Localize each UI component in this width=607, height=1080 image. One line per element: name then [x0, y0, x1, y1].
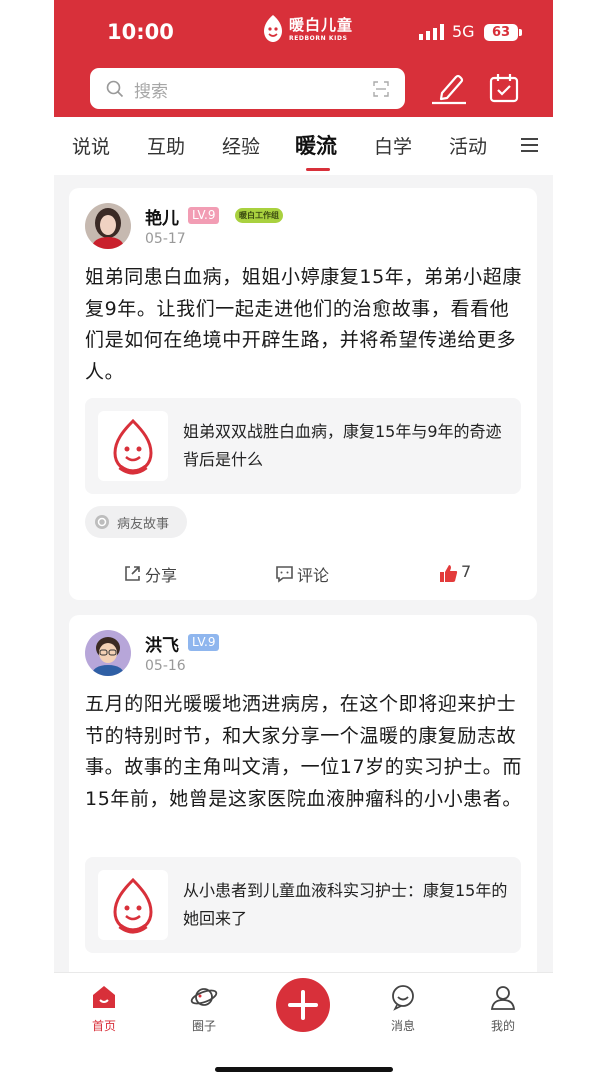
tab-nuanliu[interactable]: 暖流 — [295, 130, 337, 160]
planet-icon — [190, 988, 218, 1006]
avatar-photo — [85, 203, 131, 249]
message-icon — [392, 985, 414, 1011]
plus-icon — [288, 990, 318, 1020]
calendar-checkin-icon[interactable] — [489, 73, 519, 103]
signal-icon — [419, 24, 444, 40]
work-group-badge: 暖白工作组 — [235, 208, 283, 223]
nav-profile-label: 我的 — [490, 1019, 515, 1033]
left-margin — [0, 0, 54, 1080]
brand-subtitle: REDBORN KIDS — [289, 35, 348, 42]
create-post-button[interactable] — [276, 978, 330, 1032]
post-text[interactable]: 姐弟同患白血病，姐姐小婷康复15年，弟弟小超康复9年。让我们一起走进他们的治愈故… — [85, 262, 525, 388]
user-icon — [490, 986, 516, 1010]
nav-circle-label: 圈子 — [191, 1019, 216, 1033]
mascot-icon — [113, 418, 153, 475]
article-title: 从小患者到儿童血液科实习护士：康复15年的她回来了 — [183, 881, 508, 928]
article-thumbnail — [98, 870, 168, 940]
tab-jingyan[interactable]: 经验 — [222, 132, 260, 159]
tab-huodong[interactable]: 活动 — [449, 132, 487, 159]
nav-home[interactable]: 首页 — [74, 983, 134, 1035]
right-margin — [553, 0, 607, 1080]
network-label: 5G — [452, 22, 475, 41]
post-actions: 分享 评论 7 — [69, 554, 537, 594]
nav-home-label: 首页 — [91, 1019, 116, 1033]
author-name[interactable]: 洪飞 — [145, 631, 179, 656]
post-text[interactable]: 五月的阳光暖暖地洒进病房，在这个即将迎来护士节的特别时节，和大家分享一个温暖的康… — [85, 689, 525, 815]
avatar[interactable] — [85, 203, 131, 249]
nav-messages[interactable]: 消息 — [373, 983, 433, 1035]
linked-article[interactable]: 姐弟双双战胜白血病，康复15年与9年的奇迹背后是什么 — [85, 398, 521, 494]
battery-indicator: 63 — [484, 24, 518, 41]
post-card[interactable]: 洪飞 LV.9 05-16 五月的阳光暖暖地洒进病房，在这个即将迎来护士节的特别… — [69, 615, 537, 995]
nav-messages-label: 消息 — [390, 1019, 415, 1033]
like-button[interactable]: 7 — [439, 562, 489, 586]
comment-button[interactable]: 评论 — [275, 562, 345, 586]
thumbs-up-icon — [440, 565, 458, 582]
mascot-icon — [264, 15, 282, 42]
nav-profile[interactable]: 我的 — [473, 983, 533, 1035]
brand-logo: 暖白儿童 REDBORN KIDS — [261, 14, 353, 48]
topic-tag[interactable]: 病友故事 — [85, 506, 187, 538]
author-name[interactable]: 艳儿 — [145, 204, 179, 229]
avatar-photo — [85, 630, 131, 676]
search-icon — [106, 80, 124, 98]
brand-name: 暖白儿童 — [289, 16, 354, 34]
comment-icon — [276, 566, 293, 583]
category-tabs: 说说 互助 经验 暖流 白学 活动 — [54, 117, 553, 175]
scan-icon[interactable] — [373, 81, 389, 97]
app-screen: 10:00 暖白儿童 REDBORN KIDS 5G 63 搜索 说说 互助 经… — [54, 0, 553, 1080]
mascot-icon — [113, 877, 153, 934]
home-indicator — [215, 1067, 393, 1072]
bottom-navigation: 首页 圈子 消息 我的 — [54, 972, 553, 1080]
active-tab-indicator — [306, 168, 330, 171]
share-label: 分享 — [145, 566, 178, 585]
like-count: 7 — [461, 562, 472, 581]
post-date: 05-17 — [145, 231, 186, 247]
tab-huzhu[interactable]: 互助 — [147, 132, 185, 159]
search-input[interactable]: 搜索 — [134, 77, 168, 102]
avatar[interactable] — [85, 630, 131, 676]
pencil-icon[interactable] — [430, 71, 468, 105]
level-badge: LV.9 — [188, 207, 220, 224]
home-icon — [93, 986, 115, 1008]
nav-circle[interactable]: 圈子 — [174, 983, 234, 1035]
comment-label: 评论 — [297, 566, 330, 585]
battery-tip — [519, 29, 522, 36]
menu-icon[interactable] — [521, 137, 538, 153]
article-thumbnail — [98, 411, 168, 481]
tab-baixue[interactable]: 白学 — [374, 132, 412, 159]
linked-article[interactable]: 从小患者到儿童血液科实习护士：康复15年的她回来了 — [85, 857, 521, 953]
app-header: 10:00 暖白儿童 REDBORN KIDS 5G 63 搜索 — [54, 0, 553, 117]
topic-label: 病友故事 — [117, 517, 170, 532]
share-button[interactable]: 分享 — [123, 562, 193, 586]
post-card[interactable]: 艳儿 LV.9 暖白工作组 05-17 姐弟同患白血病，姐姐小婷康复15年，弟弟… — [69, 188, 537, 600]
post-date: 05-16 — [145, 658, 186, 674]
share-icon — [125, 566, 140, 581]
level-badge: LV.9 — [188, 634, 220, 651]
tab-shuoshuo[interactable]: 说说 — [72, 132, 110, 159]
article-title: 姐弟双双战胜白血病，康复15年与9年的奇迹背后是什么 — [183, 422, 502, 469]
topic-icon — [95, 515, 109, 529]
search-bar[interactable]: 搜索 — [90, 68, 405, 109]
status-time: 10:00 — [107, 20, 174, 44]
